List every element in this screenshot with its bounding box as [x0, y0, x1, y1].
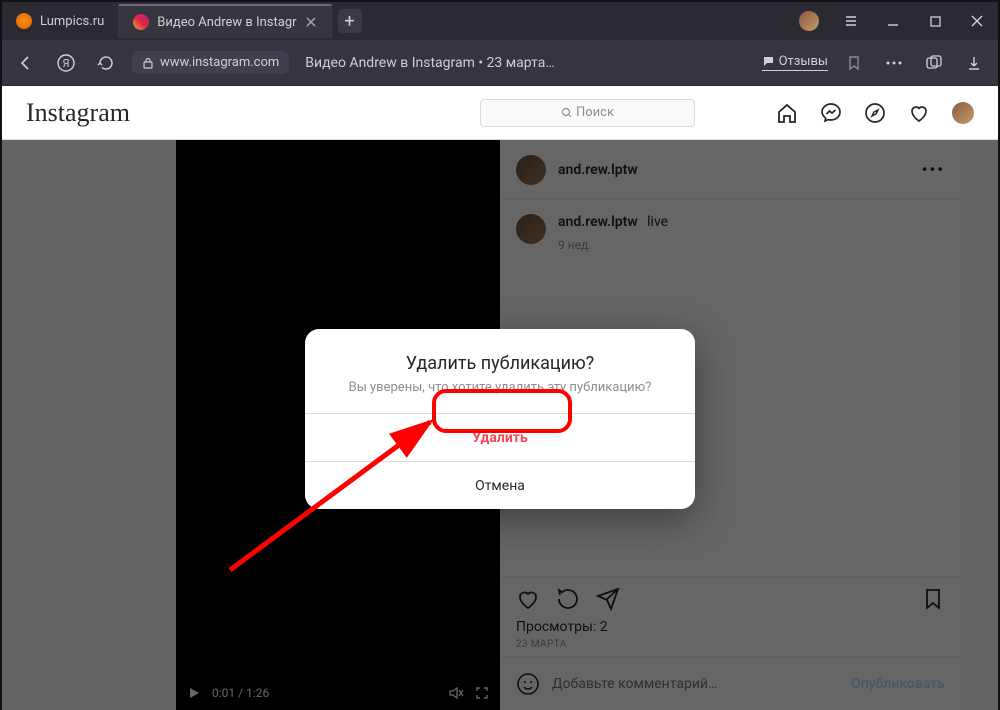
- url-page-title: Видео Andrew в Instagram • 23 марта…: [305, 55, 554, 71]
- user-avatar-titlebar[interactable]: [788, 2, 830, 40]
- content-area: 0:01 / 1:26 and.rew.lptw •••: [2, 140, 998, 710]
- dialog-title: Удалить публикацию?: [305, 329, 695, 380]
- tab-favicon-lumpics: [16, 13, 32, 29]
- tab-close[interactable]: [305, 16, 317, 28]
- delete-dialog: Удалить публикацию? Вы уверены, что хоти…: [305, 329, 695, 509]
- window-maximize[interactable]: [914, 2, 956, 40]
- instagram-page: Instagram Поиск: [2, 86, 998, 710]
- addressbar: Я www.instagram.com Видео Andrew в Insta…: [2, 40, 998, 86]
- instagram-header: Instagram Поиск: [2, 86, 998, 140]
- dialog-delete-button[interactable]: Удалить: [305, 413, 695, 461]
- lock-icon: [142, 57, 154, 69]
- profile-avatar[interactable]: [952, 102, 974, 124]
- tab-lumpics[interactable]: Lumpics.ru: [2, 4, 119, 38]
- nav-back[interactable]: [12, 49, 40, 77]
- dialog-container: Удалить публикацию? Вы уверены, что хоти…: [2, 140, 998, 710]
- svg-text:Я: Я: [62, 57, 69, 70]
- new-tab-button[interactable]: +: [338, 9, 362, 33]
- explore-icon[interactable]: [864, 102, 886, 124]
- bookmark-icon[interactable]: [840, 49, 868, 77]
- collections-icon[interactable]: [920, 49, 948, 77]
- tab-title-inactive: Lumpics.ru: [40, 14, 104, 29]
- window-close[interactable]: [956, 2, 998, 40]
- titlebar: Lumpics.ru Видео Andrew в Instagr +: [2, 2, 998, 40]
- download-icon[interactable]: [960, 49, 988, 77]
- search-input[interactable]: Поиск: [480, 99, 695, 127]
- reviews-label: Отзывы: [779, 54, 828, 69]
- tab-instagram[interactable]: Видео Andrew в Instagr: [119, 4, 331, 38]
- search-icon: [561, 107, 572, 118]
- url-domain: www.instagram.com: [160, 55, 279, 70]
- dialog-cancel-button[interactable]: Отмена: [305, 461, 695, 509]
- messenger-icon[interactable]: [820, 102, 842, 124]
- tab-title-active: Видео Andrew в Instagr: [157, 15, 296, 30]
- yandex-shield-icon[interactable]: Я: [52, 49, 80, 77]
- search-placeholder: Поиск: [576, 105, 614, 120]
- speech-icon: [762, 55, 775, 68]
- url-box[interactable]: www.instagram.com: [132, 51, 289, 74]
- nav-reload[interactable]: [92, 49, 120, 77]
- window-minimize[interactable]: [872, 2, 914, 40]
- heart-icon[interactable]: [908, 102, 930, 124]
- instagram-logo[interactable]: Instagram: [26, 98, 130, 128]
- tab-favicon-instagram: [133, 14, 149, 30]
- home-icon[interactable]: [776, 102, 798, 124]
- more-dots-icon[interactable]: [880, 49, 908, 77]
- reviews-button[interactable]: Отзывы: [762, 54, 828, 71]
- dialog-subtitle: Вы уверены, что хотите удалить эту публи…: [305, 380, 695, 413]
- browser-menu[interactable]: [830, 2, 872, 40]
